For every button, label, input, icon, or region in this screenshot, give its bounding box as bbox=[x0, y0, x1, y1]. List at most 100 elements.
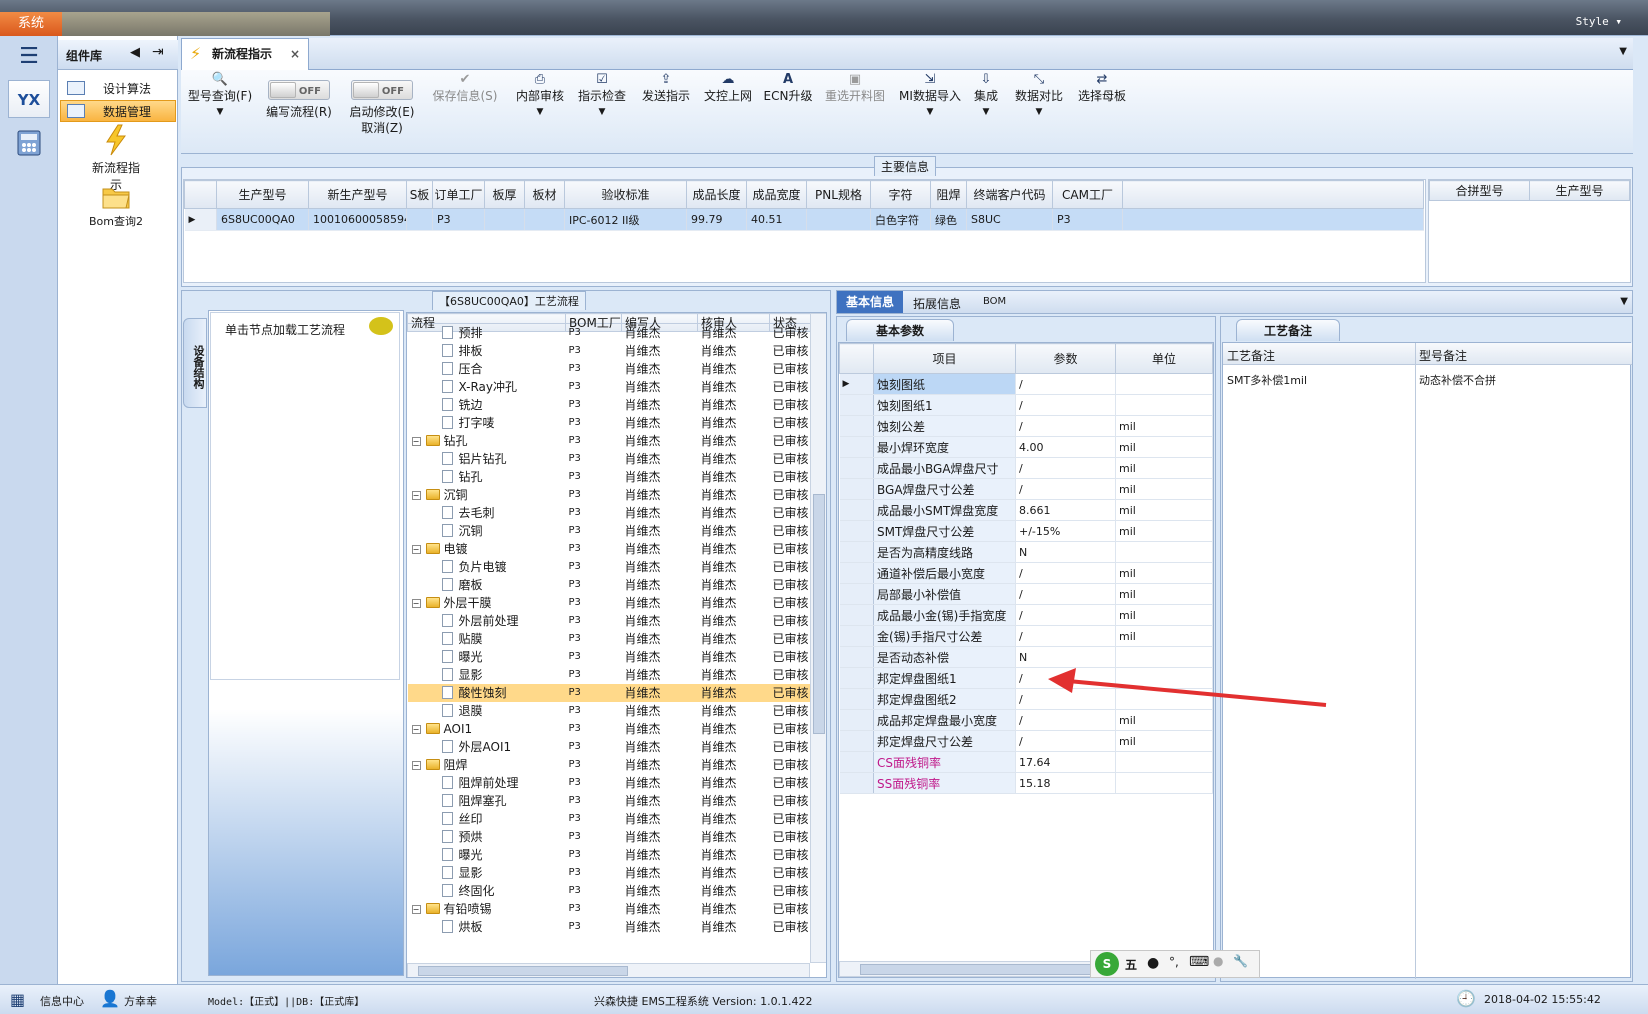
col-header[interactable]: 工艺备注 bbox=[1227, 347, 1275, 364]
table-cell[interactable]: P3 bbox=[566, 612, 622, 630]
row-header[interactable] bbox=[839, 520, 874, 542]
param-name[interactable]: 成品邦定焊盘最小宽度 bbox=[873, 709, 1016, 731]
table-cell[interactable]: 肖维杰 bbox=[698, 792, 770, 810]
param-value[interactable]: / bbox=[1015, 415, 1116, 437]
param-value[interactable]: / bbox=[1015, 562, 1116, 584]
tree-node[interactable]: X-Ray冲孔 bbox=[408, 378, 566, 396]
tree-node[interactable]: 阻焊前处理 bbox=[408, 774, 566, 792]
table-cell[interactable]: 肖维杰 bbox=[698, 846, 770, 864]
table-cell[interactable]: 肖维杰 bbox=[622, 900, 698, 918]
table-cell[interactable]: P3 bbox=[566, 666, 622, 684]
send-instruction-button[interactable]: ⇪ 发送指示 bbox=[636, 72, 696, 104]
row-header[interactable] bbox=[839, 625, 874, 647]
param-name[interactable]: 蚀刻图纸 bbox=[873, 373, 1016, 395]
row-header[interactable] bbox=[839, 667, 874, 689]
param-name[interactable]: 蚀刻公差 bbox=[873, 415, 1016, 437]
row-header[interactable] bbox=[839, 415, 874, 437]
tab-basic-info[interactable]: 基本信息 bbox=[837, 291, 903, 313]
table-cell[interactable]: 肖维杰 bbox=[622, 756, 698, 774]
table-row[interactable]: 局部最小补偿值 / mil bbox=[839, 583, 1213, 605]
keyboard-icon[interactable]: ⌨ bbox=[1189, 954, 1209, 970]
row-header[interactable] bbox=[839, 604, 874, 626]
table-cell[interactable]: 肖维杰 bbox=[622, 576, 698, 594]
param-name[interactable]: 通道补偿后最小宽度 bbox=[873, 562, 1016, 584]
table-cell[interactable]: 已审核 bbox=[770, 738, 811, 756]
collapse-icon[interactable]: − bbox=[411, 545, 421, 554]
tree-node[interactable]: − 外层干膜 bbox=[408, 594, 566, 612]
table-cell[interactable]: 肖维杰 bbox=[698, 648, 770, 666]
col-header[interactable]: 终端客户代码 bbox=[966, 180, 1053, 209]
table-row[interactable]: 金(锡)手指尺寸公差 / mil bbox=[839, 625, 1213, 647]
param-name[interactable]: 蚀刻图纸1 bbox=[873, 394, 1016, 416]
table-row[interactable]: − 有铅喷锡 P3 肖维杰 肖维杰 已审核 bbox=[408, 900, 811, 918]
row-header[interactable] bbox=[839, 541, 874, 563]
table-row[interactable]: 成品最小BGA焊盘尺寸 / mil bbox=[839, 457, 1213, 479]
integrate-button[interactable]: ⇩ 集成 ▼ bbox=[966, 72, 1006, 120]
table-cell[interactable]: 肖维杰 bbox=[622, 846, 698, 864]
table-row[interactable]: 最小焊环宽度 4.00 mil bbox=[839, 436, 1213, 458]
table-row[interactable]: 排板 P3 肖维杰 肖维杰 已审核 bbox=[408, 342, 811, 360]
param-unit[interactable] bbox=[1115, 751, 1213, 773]
tree-node[interactable]: 阻焊塞孔 bbox=[408, 792, 566, 810]
param-unit[interactable] bbox=[1115, 541, 1213, 563]
tree-node[interactable]: − 钻孔 bbox=[408, 432, 566, 450]
table-row[interactable]: 沉铜 P3 肖维杰 肖维杰 已审核 bbox=[408, 522, 811, 540]
table-cell[interactable]: IPC-6012 II级 bbox=[564, 208, 687, 231]
param-value[interactable]: / bbox=[1015, 478, 1116, 500]
table-cell[interactable]: 肖维杰 bbox=[622, 468, 698, 486]
row-header[interactable] bbox=[839, 436, 874, 458]
col-header[interactable]: 成品长度 bbox=[686, 180, 747, 209]
table-row[interactable]: CS面残铜率 17.64 bbox=[839, 751, 1213, 773]
tree-node[interactable]: − 有铅喷锡 bbox=[408, 900, 566, 918]
tree-node[interactable]: − 阻焊 bbox=[408, 756, 566, 774]
table-cell[interactable]: P3 bbox=[566, 738, 622, 756]
table-cell[interactable]: 肖维杰 bbox=[698, 630, 770, 648]
table-cell[interactable]: 肖维杰 bbox=[698, 612, 770, 630]
tree-node[interactable]: 显影 bbox=[408, 666, 566, 684]
param-value[interactable]: 4.00 bbox=[1015, 436, 1116, 458]
col-header[interactable]: 字符 bbox=[870, 180, 931, 209]
table-cell[interactable]: 已审核 bbox=[770, 720, 811, 738]
start-edit-toggle[interactable]: OFF 启动修改(E) 取消(Z) bbox=[344, 72, 420, 136]
table-row[interactable]: ▶ 6S8UC00QA0 10010600058594 P3 IPC-6012 … bbox=[184, 208, 1424, 231]
table-cell[interactable]: 肖维杰 bbox=[622, 648, 698, 666]
table-cell[interactable]: P3 bbox=[432, 208, 485, 231]
row-header[interactable] bbox=[839, 499, 874, 521]
table-row[interactable]: 钻孔 P3 肖维杰 肖维杰 已审核 bbox=[408, 468, 811, 486]
table-cell[interactable]: 已审核 bbox=[770, 576, 811, 594]
param-name[interactable]: SMT焊盘尺寸公差 bbox=[873, 520, 1016, 542]
param-value[interactable]: / bbox=[1015, 730, 1116, 752]
table-cell[interactable]: 已审核 bbox=[770, 414, 811, 432]
table-row[interactable]: 预烘 P3 肖维杰 肖维杰 已审核 bbox=[408, 828, 811, 846]
collapse-icon[interactable]: − bbox=[411, 761, 421, 770]
param-unit[interactable]: mil bbox=[1115, 436, 1213, 458]
table-row[interactable]: 磨板 P3 肖维杰 肖维杰 已审核 bbox=[408, 576, 811, 594]
col-header[interactable]: 生产型号 bbox=[216, 180, 309, 209]
table-cell[interactable]: P3 bbox=[566, 450, 622, 468]
toggle-switch[interactable]: OFF bbox=[351, 80, 413, 100]
wrench-icon[interactable]: 🔧 bbox=[1233, 954, 1248, 968]
table-row[interactable]: 蚀刻图纸1/ bbox=[839, 394, 1213, 416]
table-cell[interactable]: 已审核 bbox=[770, 540, 811, 558]
table-cell[interactable]: P3 bbox=[566, 774, 622, 792]
table-row[interactable]: 外层AOI1 P3 肖维杰 肖维杰 已审核 bbox=[408, 738, 811, 756]
table-cell[interactable]: 肖维杰 bbox=[622, 702, 698, 720]
param-name[interactable]: 成品最小SMT焊盘宽度 bbox=[873, 499, 1016, 521]
table-row[interactable]: 负片电镀 P3 肖维杰 肖维杰 已审核 bbox=[408, 558, 811, 576]
table-row[interactable]: 打字唛 P3 肖维杰 肖维杰 已审核 bbox=[408, 414, 811, 432]
tree-node[interactable]: − 电镀 bbox=[408, 540, 566, 558]
table-cell[interactable]: P3 bbox=[566, 486, 622, 504]
table-cell[interactable]: 已审核 bbox=[770, 864, 811, 882]
user-icon[interactable]: ● bbox=[1213, 954, 1223, 968]
table-cell[interactable]: 肖维杰 bbox=[698, 504, 770, 522]
tree-node[interactable]: − 沉铜 bbox=[408, 486, 566, 504]
table-cell[interactable]: 肖维杰 bbox=[622, 774, 698, 792]
table-cell[interactable]: P3 bbox=[566, 522, 622, 540]
table-cell[interactable]: P3 bbox=[566, 342, 622, 360]
ecn-upgrade-button[interactable]: A ECN升级 bbox=[760, 72, 816, 104]
table-cell[interactable]: 肖维杰 bbox=[698, 576, 770, 594]
table-row[interactable]: 通道补偿后最小宽度 / mil bbox=[839, 562, 1213, 584]
arrow-left-icon[interactable]: ◀ bbox=[130, 45, 140, 60]
param-value[interactable]: 8.661 bbox=[1015, 499, 1116, 521]
table-cell[interactable]: 肖维杰 bbox=[698, 828, 770, 846]
